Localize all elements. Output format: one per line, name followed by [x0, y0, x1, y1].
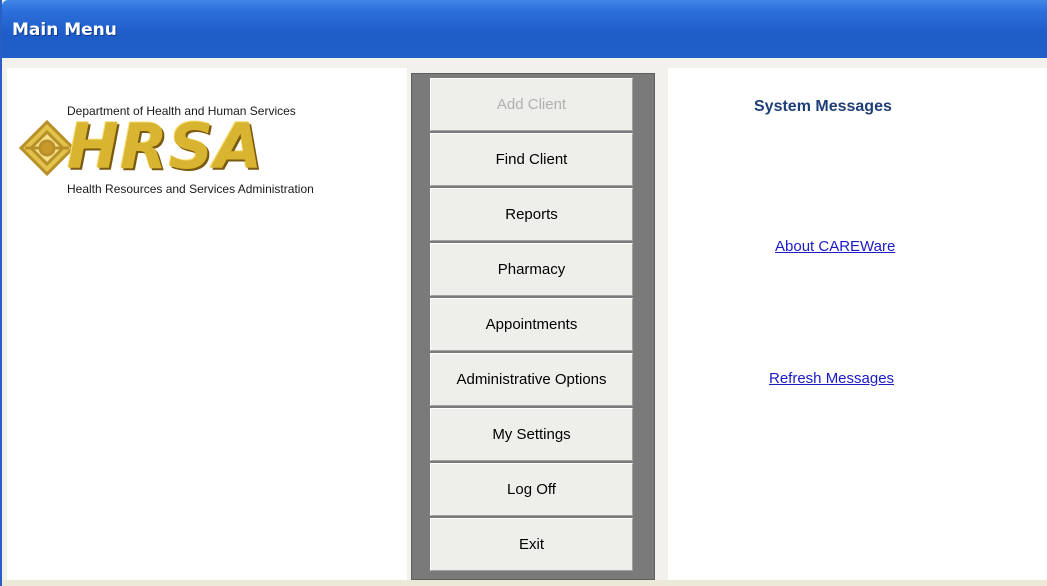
- logo-pane: Department of Health and Human Services …: [7, 68, 407, 580]
- about-careware-link[interactable]: About CAREWare: [775, 238, 895, 255]
- my-settings-button[interactable]: My Settings: [430, 408, 633, 461]
- system-messages-pane: System Messages About CAREWare Refresh M…: [668, 68, 1047, 580]
- hrsa-wordmark: HRSA: [67, 110, 264, 183]
- window-bottom-border: [2, 580, 1047, 586]
- add-client-button[interactable]: Add Client: [430, 78, 633, 131]
- reports-button[interactable]: Reports: [430, 188, 633, 241]
- log-off-button[interactable]: Log Off: [430, 463, 633, 516]
- main-menu-window: Main Menu Department of Health and Human…: [0, 0, 1047, 586]
- pharmacy-button[interactable]: Pharmacy: [430, 243, 633, 296]
- title-bar[interactable]: Main Menu: [2, 0, 1047, 58]
- exit-button[interactable]: Exit: [430, 518, 633, 571]
- appointments-button[interactable]: Appointments: [430, 298, 633, 351]
- window-title: Main Menu: [12, 20, 117, 40]
- find-client-button[interactable]: Find Client: [430, 133, 633, 186]
- administrative-options-button[interactable]: Administrative Options: [430, 353, 633, 406]
- agency-text: Health Resources and Services Administra…: [67, 182, 314, 196]
- refresh-messages-link[interactable]: Refresh Messages: [769, 370, 894, 387]
- system-messages-title: System Messages: [754, 98, 892, 115]
- hrsa-logo: Department of Health and Human Services …: [17, 96, 407, 236]
- main-menu-button-panel: Add Client Find Client Reports Pharmacy …: [411, 73, 655, 580]
